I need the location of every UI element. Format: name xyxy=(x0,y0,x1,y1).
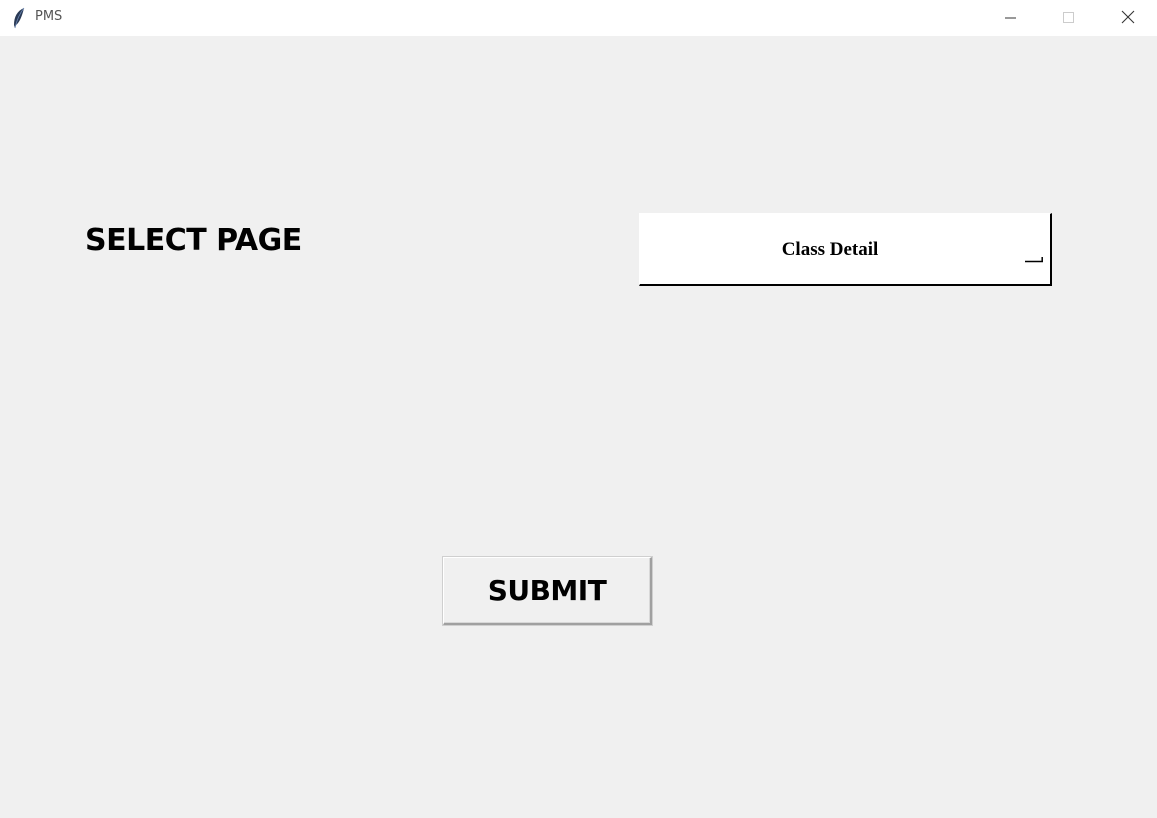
minimize-icon xyxy=(1005,9,1017,28)
page-select-dropdown[interactable]: Class Detail xyxy=(639,213,1052,286)
dropdown-selected-value: Class Detail xyxy=(781,238,879,260)
maximize-button[interactable] xyxy=(1040,0,1098,36)
app-window: PMS SELECT PAGE Class Detail SUBMIT xyxy=(0,0,1157,818)
close-icon xyxy=(1121,9,1135,28)
maximize-icon xyxy=(1063,9,1075,28)
minimize-button[interactable] xyxy=(982,0,1040,36)
submit-button[interactable]: SUBMIT xyxy=(443,557,652,625)
window-title: PMS xyxy=(35,9,63,24)
option-menu-indicator-icon xyxy=(1025,248,1043,263)
title-bar[interactable]: PMS xyxy=(0,0,1157,36)
feather-icon xyxy=(12,7,26,29)
close-button[interactable] xyxy=(1099,0,1157,36)
select-page-label: SELECT PAGE xyxy=(85,223,302,258)
